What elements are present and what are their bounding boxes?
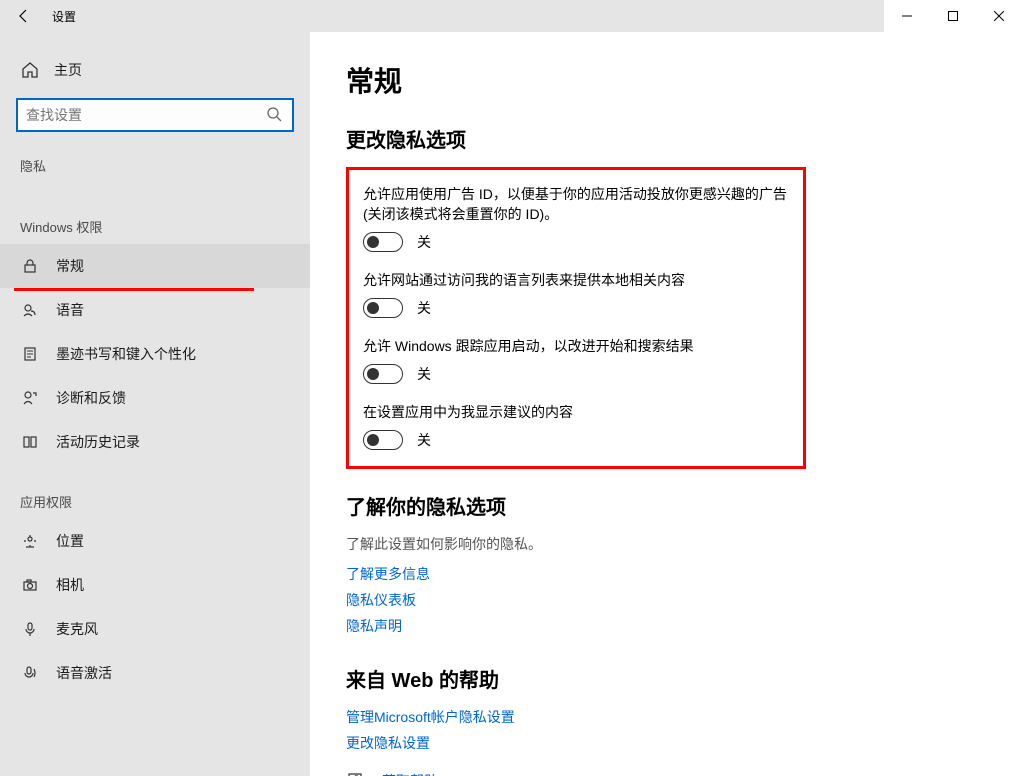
nav-microphone-label: 麦克风 (56, 619, 98, 639)
option2-state: 关 (417, 298, 431, 318)
nav-speech[interactable]: 语音 (0, 288, 310, 332)
highlighted-options-box: 允许应用使用广告 ID，以便基于你的应用活动投放你更感兴趣的广告(关闭该模式将会… (346, 167, 806, 469)
option2-toggle[interactable] (363, 298, 403, 318)
option3-desc: 允许 Windows 跟踪应用启动，以改进开始和搜索结果 (363, 336, 789, 356)
link-manage-ms-account[interactable]: 管理Microsoft帐户隐私设置 (346, 707, 1022, 727)
link-change-privacy[interactable]: 更改隐私设置 (346, 733, 1022, 753)
nav-voice-activation-label: 语音激活 (56, 663, 112, 683)
option4-state: 关 (417, 430, 431, 450)
close-icon (994, 11, 1004, 21)
nav-diagnostics[interactable]: 诊断和反馈 (0, 376, 310, 420)
history-icon (20, 432, 40, 452)
nav-activity-history[interactable]: 活动历史记录 (0, 420, 310, 464)
nav-voice-activation[interactable]: 语音激活 (0, 651, 310, 695)
link-privacy-dashboard[interactable]: 隐私仪表板 (346, 590, 1022, 610)
page-title: 常规 (346, 60, 1022, 100)
nav-location-label: 位置 (56, 531, 84, 551)
content-area: 常规 更改隐私选项 允许应用使用广告 ID，以便基于你的应用活动投放你更感兴趣的… (310, 32, 1022, 776)
option1-toggle[interactable] (363, 232, 403, 252)
option3-state: 关 (417, 364, 431, 384)
microphone-icon (20, 619, 40, 639)
option2-desc: 允许网站通过访问我的语言列表来提供本地相关内容 (363, 270, 789, 290)
arrow-left-icon (16, 8, 32, 24)
nav-inking-label: 墨迹书写和键入个性化 (56, 344, 196, 364)
sidebar-group2-label: 应用权限 (0, 464, 310, 519)
learn-privacy-para: 了解此设置如何影响你的隐私。 (346, 534, 1022, 554)
option4-desc: 在设置应用中为我显示建议的内容 (363, 402, 789, 422)
nav-camera-label: 相机 (56, 575, 84, 595)
nav-activity-label: 活动历史记录 (56, 432, 140, 452)
voice-activation-icon (20, 663, 40, 683)
camera-icon (20, 575, 40, 595)
window-controls (884, 0, 1022, 32)
minimize-button[interactable] (884, 0, 930, 32)
search-icon (266, 106, 284, 124)
minimize-icon (902, 11, 912, 21)
link-learn-more[interactable]: 了解更多信息 (346, 564, 1022, 584)
nav-general[interactable]: 常规 (0, 244, 310, 288)
nav-location[interactable]: 位置 (0, 519, 310, 563)
close-button[interactable] (976, 0, 1022, 32)
section-change-privacy: 更改隐私选项 (346, 124, 1022, 153)
location-icon (20, 531, 40, 551)
option3-toggle[interactable] (363, 364, 403, 384)
help-icon: ? (346, 771, 366, 776)
maximize-button[interactable] (930, 0, 976, 32)
option4-toggle[interactable] (363, 430, 403, 450)
nav-general-label: 常规 (56, 256, 84, 276)
sidebar-group1-label: Windows 权限 (0, 183, 310, 244)
link-get-help[interactable]: 获取帮助 (382, 771, 438, 776)
nav-inking[interactable]: 墨迹书写和键入个性化 (0, 332, 310, 376)
nav-camera[interactable]: 相机 (0, 563, 310, 607)
home-icon (20, 60, 40, 80)
titlebar: 设置 (0, 0, 1022, 32)
option1-desc: 允许应用使用广告 ID，以便基于你的应用活动投放你更感兴趣的广告(关闭该模式将会… (363, 184, 789, 224)
section-learn-privacy: 了解你的隐私选项 (346, 491, 1022, 520)
nav-speech-label: 语音 (56, 300, 84, 320)
nav-microphone[interactable]: 麦克风 (0, 607, 310, 651)
search-field[interactable] (26, 107, 266, 123)
window-title: 设置 (52, 8, 76, 25)
search-input[interactable] (16, 98, 294, 132)
nav-home-label: 主页 (54, 60, 82, 80)
feedback-icon (20, 388, 40, 408)
option1-state: 关 (417, 232, 431, 252)
link-privacy-statement[interactable]: 隐私声明 (346, 616, 1022, 636)
sidebar-category: 隐私 (0, 142, 310, 183)
nav-home[interactable]: 主页 (0, 50, 310, 90)
section-web-help: 来自 Web 的帮助 (346, 664, 1022, 693)
lock-icon (20, 256, 40, 276)
speech-icon (20, 300, 40, 320)
notepad-icon (20, 344, 40, 364)
back-button[interactable] (0, 0, 48, 32)
sidebar: 主页 隐私 Windows 权限 常规 语音 (0, 32, 310, 776)
nav-diagnostics-label: 诊断和反馈 (56, 388, 126, 408)
maximize-icon (948, 11, 958, 21)
